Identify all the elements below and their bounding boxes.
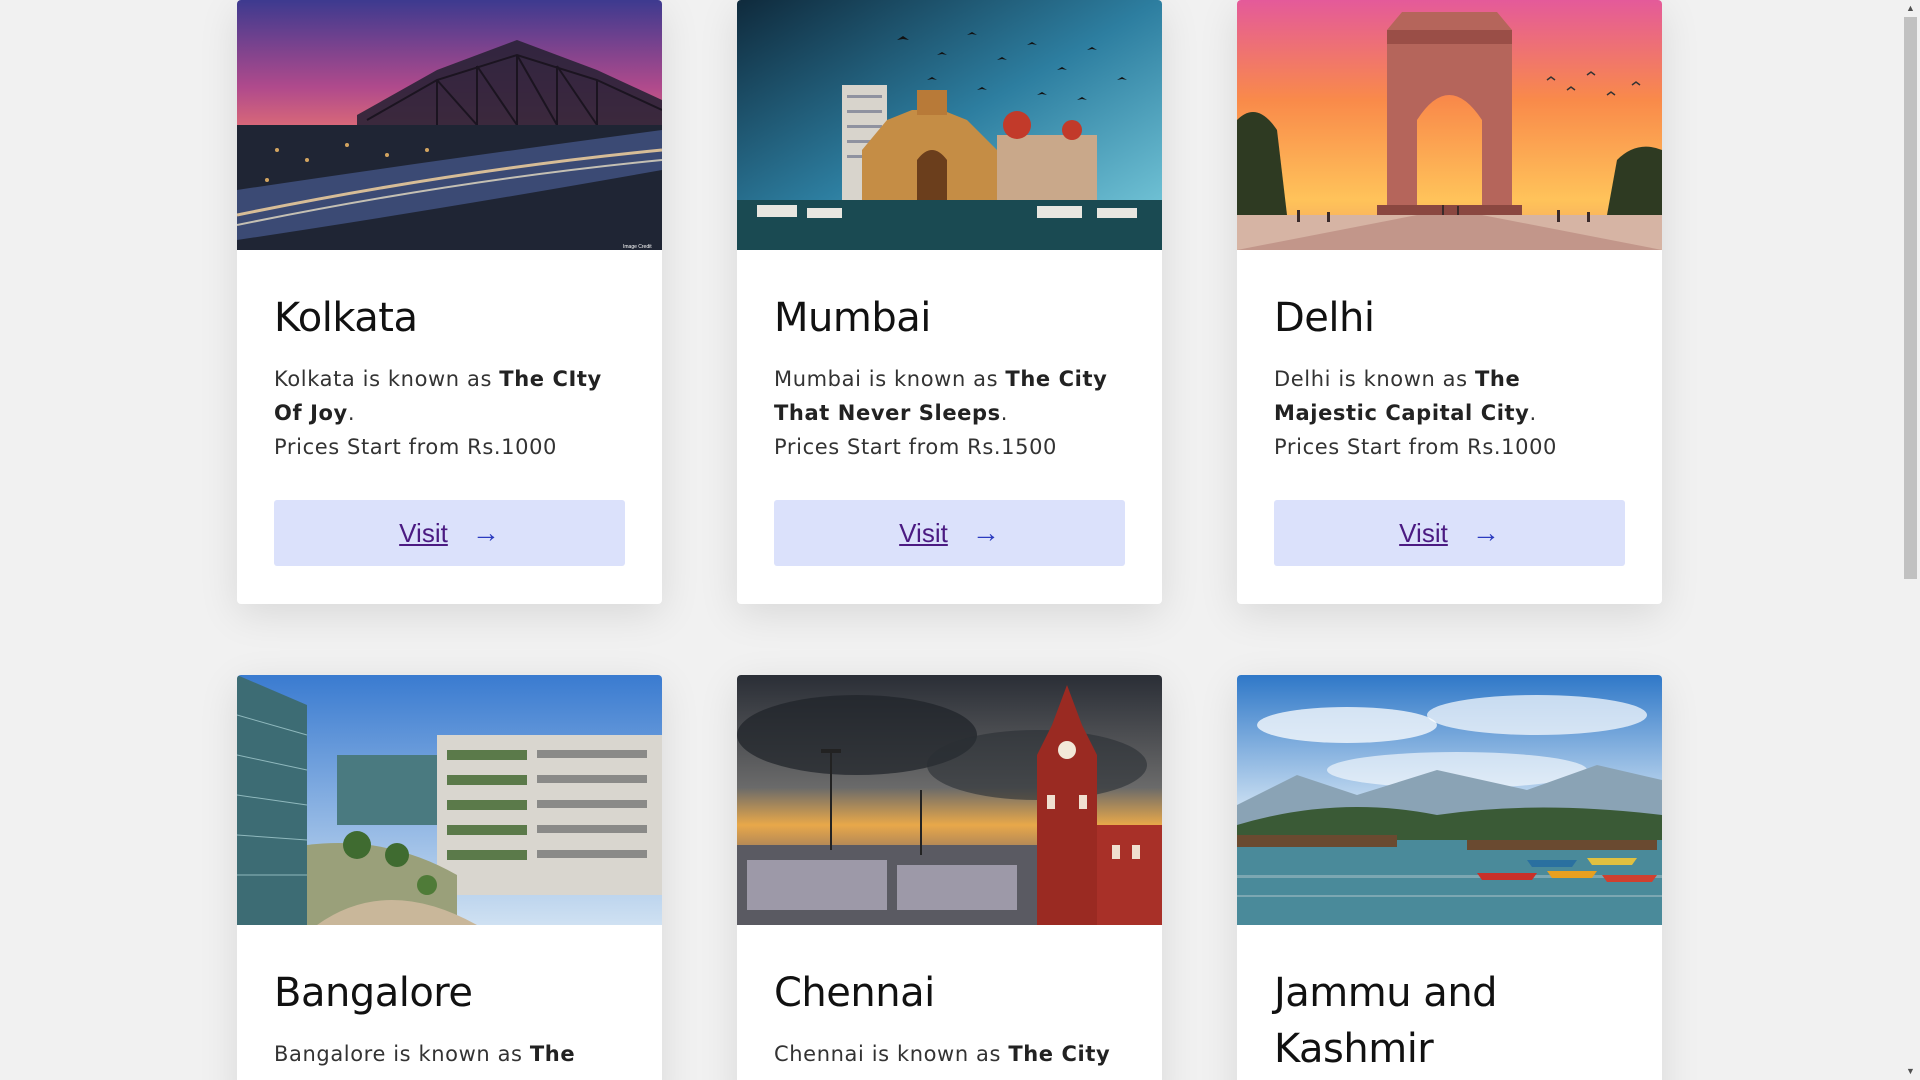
card-body: Chennai Chennai is known as The City xyxy=(737,925,1162,1080)
card-delhi: Delhi Delhi is known as The Majestic Cap… xyxy=(1237,0,1662,604)
city-title: Delhi xyxy=(1274,295,1375,341)
city-nickname: The City xyxy=(1008,1042,1111,1066)
delhi-image xyxy=(1237,0,1662,250)
bangalore-image xyxy=(237,675,662,925)
city-title: Chennai xyxy=(774,970,935,1016)
city-title: Jammu and Kashmir xyxy=(1274,970,1498,1072)
scroll-up-arrow-icon[interactable]: ▲ xyxy=(1901,0,1920,17)
city-title: Kolkata xyxy=(274,295,418,341)
card-body: Delhi Delhi is known as The Majestic Cap… xyxy=(1237,250,1662,604)
card-mumbai: Mumbai Mumbai is known as The City That … xyxy=(737,0,1162,604)
kashmir-image xyxy=(1237,675,1662,925)
scroll-down-arrow-icon[interactable]: ▼ xyxy=(1901,1063,1920,1080)
scrollbar-thumb[interactable] xyxy=(1904,17,1917,579)
mumbai-image xyxy=(737,0,1162,250)
destinations-grid: Image Credit Kolkata Kolkata is known as… xyxy=(237,0,1662,1080)
city-description: Kolkata is known as The CIty Of Joy. Pric… xyxy=(274,367,602,459)
city-title: Mumbai xyxy=(774,295,931,341)
card-body: Kolkata Kolkata is known as The CIty Of … xyxy=(237,250,662,604)
card-bangalore: Bangalore Bangalore is known as The xyxy=(237,675,662,1080)
city-description: Delhi is known as The Majestic Capital C… xyxy=(1274,367,1558,459)
arrow-right-icon: → xyxy=(471,517,500,548)
visit-button-mumbai[interactable]: Visit → xyxy=(774,500,1125,566)
vertical-scrollbar[interactable]: ▲ ▼ xyxy=(1901,0,1920,1080)
city-title: Bangalore xyxy=(274,970,473,1016)
page-viewport: Image Credit Kolkata Kolkata is known as… xyxy=(0,0,1901,1080)
image-credit: Image Credit xyxy=(623,244,652,250)
price-text: Prices Start from Rs.1500 xyxy=(774,435,1058,459)
city-description: Bangalore is known as The xyxy=(274,1042,576,1066)
city-nickname: The xyxy=(529,1042,576,1066)
arrow-right-icon: → xyxy=(1471,517,1500,548)
visit-button-delhi[interactable]: Visit → xyxy=(1274,500,1625,566)
card-body: Bangalore Bangalore is known as The xyxy=(237,925,662,1080)
city-description: Mumbai is known as The City That Never S… xyxy=(774,367,1108,459)
price-text: Prices Start from Rs.1000 xyxy=(274,435,558,459)
arrow-right-icon: → xyxy=(971,517,1000,548)
card-body: Mumbai Mumbai is known as The City That … xyxy=(737,250,1162,604)
kolkata-image: Image Credit xyxy=(237,0,662,250)
card-jammu-kashmir: Jammu and Kashmir xyxy=(1237,675,1662,1080)
chennai-image xyxy=(737,675,1162,925)
card-body: Jammu and Kashmir xyxy=(1237,925,1662,1080)
card-kolkata: Image Credit Kolkata Kolkata is known as… xyxy=(237,0,662,604)
card-chennai: Chennai Chennai is known as The City xyxy=(737,675,1162,1080)
price-text: Prices Start from Rs.1000 xyxy=(1274,435,1558,459)
visit-button-kolkata[interactable]: Visit → xyxy=(274,500,625,566)
city-description: Chennai is known as The City xyxy=(774,1042,1111,1066)
